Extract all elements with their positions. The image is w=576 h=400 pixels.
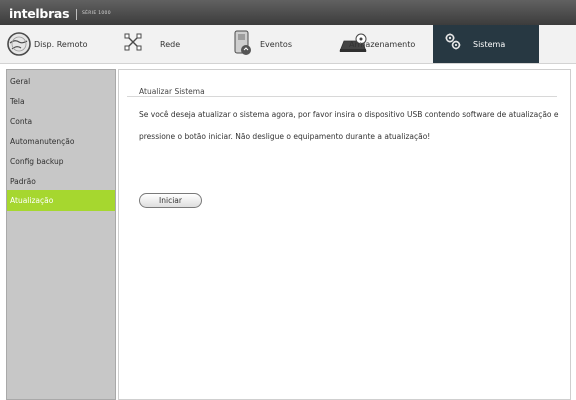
tab-label: Disp. Remoto [34, 40, 88, 49]
sidebar-item-tela[interactable]: Tela [7, 91, 115, 112]
tab-label: Sistema [473, 40, 506, 49]
sidebar-item-atualizacao[interactable]: Atualização [7, 190, 115, 211]
brand-divider [76, 9, 77, 20]
sidebar-item-padrao[interactable]: Padrão [7, 171, 115, 192]
main-tab-bar: Disp. Remoto Rede Eventos Armazenamento … [0, 25, 576, 64]
globe-icon [6, 31, 32, 59]
tab-armazenamento[interactable]: Armazenamento [324, 25, 433, 63]
tab-label: Rede [160, 40, 181, 49]
network-icon [124, 33, 142, 53]
events-icon [233, 30, 251, 58]
tab-disp-remoto[interactable]: Disp. Remoto [0, 25, 112, 63]
title-bar: intelbras SÉRIE 1000 [0, 0, 576, 25]
section-divider [127, 96, 557, 97]
sidebar-item-config-backup[interactable]: Config backup [7, 151, 115, 172]
brand-logo: intelbras [9, 6, 70, 21]
sidebar-item-conta[interactable]: Conta [7, 111, 115, 132]
start-update-button[interactable]: Iniciar [139, 193, 202, 208]
tab-label: Eventos [260, 40, 292, 49]
update-instructions: Se você deseja atualizar o sistema agora… [139, 110, 559, 141]
sidebar-item-geral[interactable]: Geral [7, 71, 115, 92]
section-title: Atualizar Sistema [139, 87, 205, 96]
sidebar: Geral Tela Conta Automanutenção Config b… [6, 69, 116, 400]
gears-icon [445, 33, 461, 53]
tab-rede[interactable]: Rede [112, 25, 220, 63]
tab-sistema[interactable]: Sistema [433, 25, 539, 63]
brand-series: SÉRIE 1000 [82, 11, 111, 16]
tab-eventos[interactable]: Eventos [220, 25, 324, 63]
tab-label: Armazenamento [349, 40, 416, 49]
sidebar-item-automanutencao[interactable]: Automanutenção [7, 131, 115, 152]
